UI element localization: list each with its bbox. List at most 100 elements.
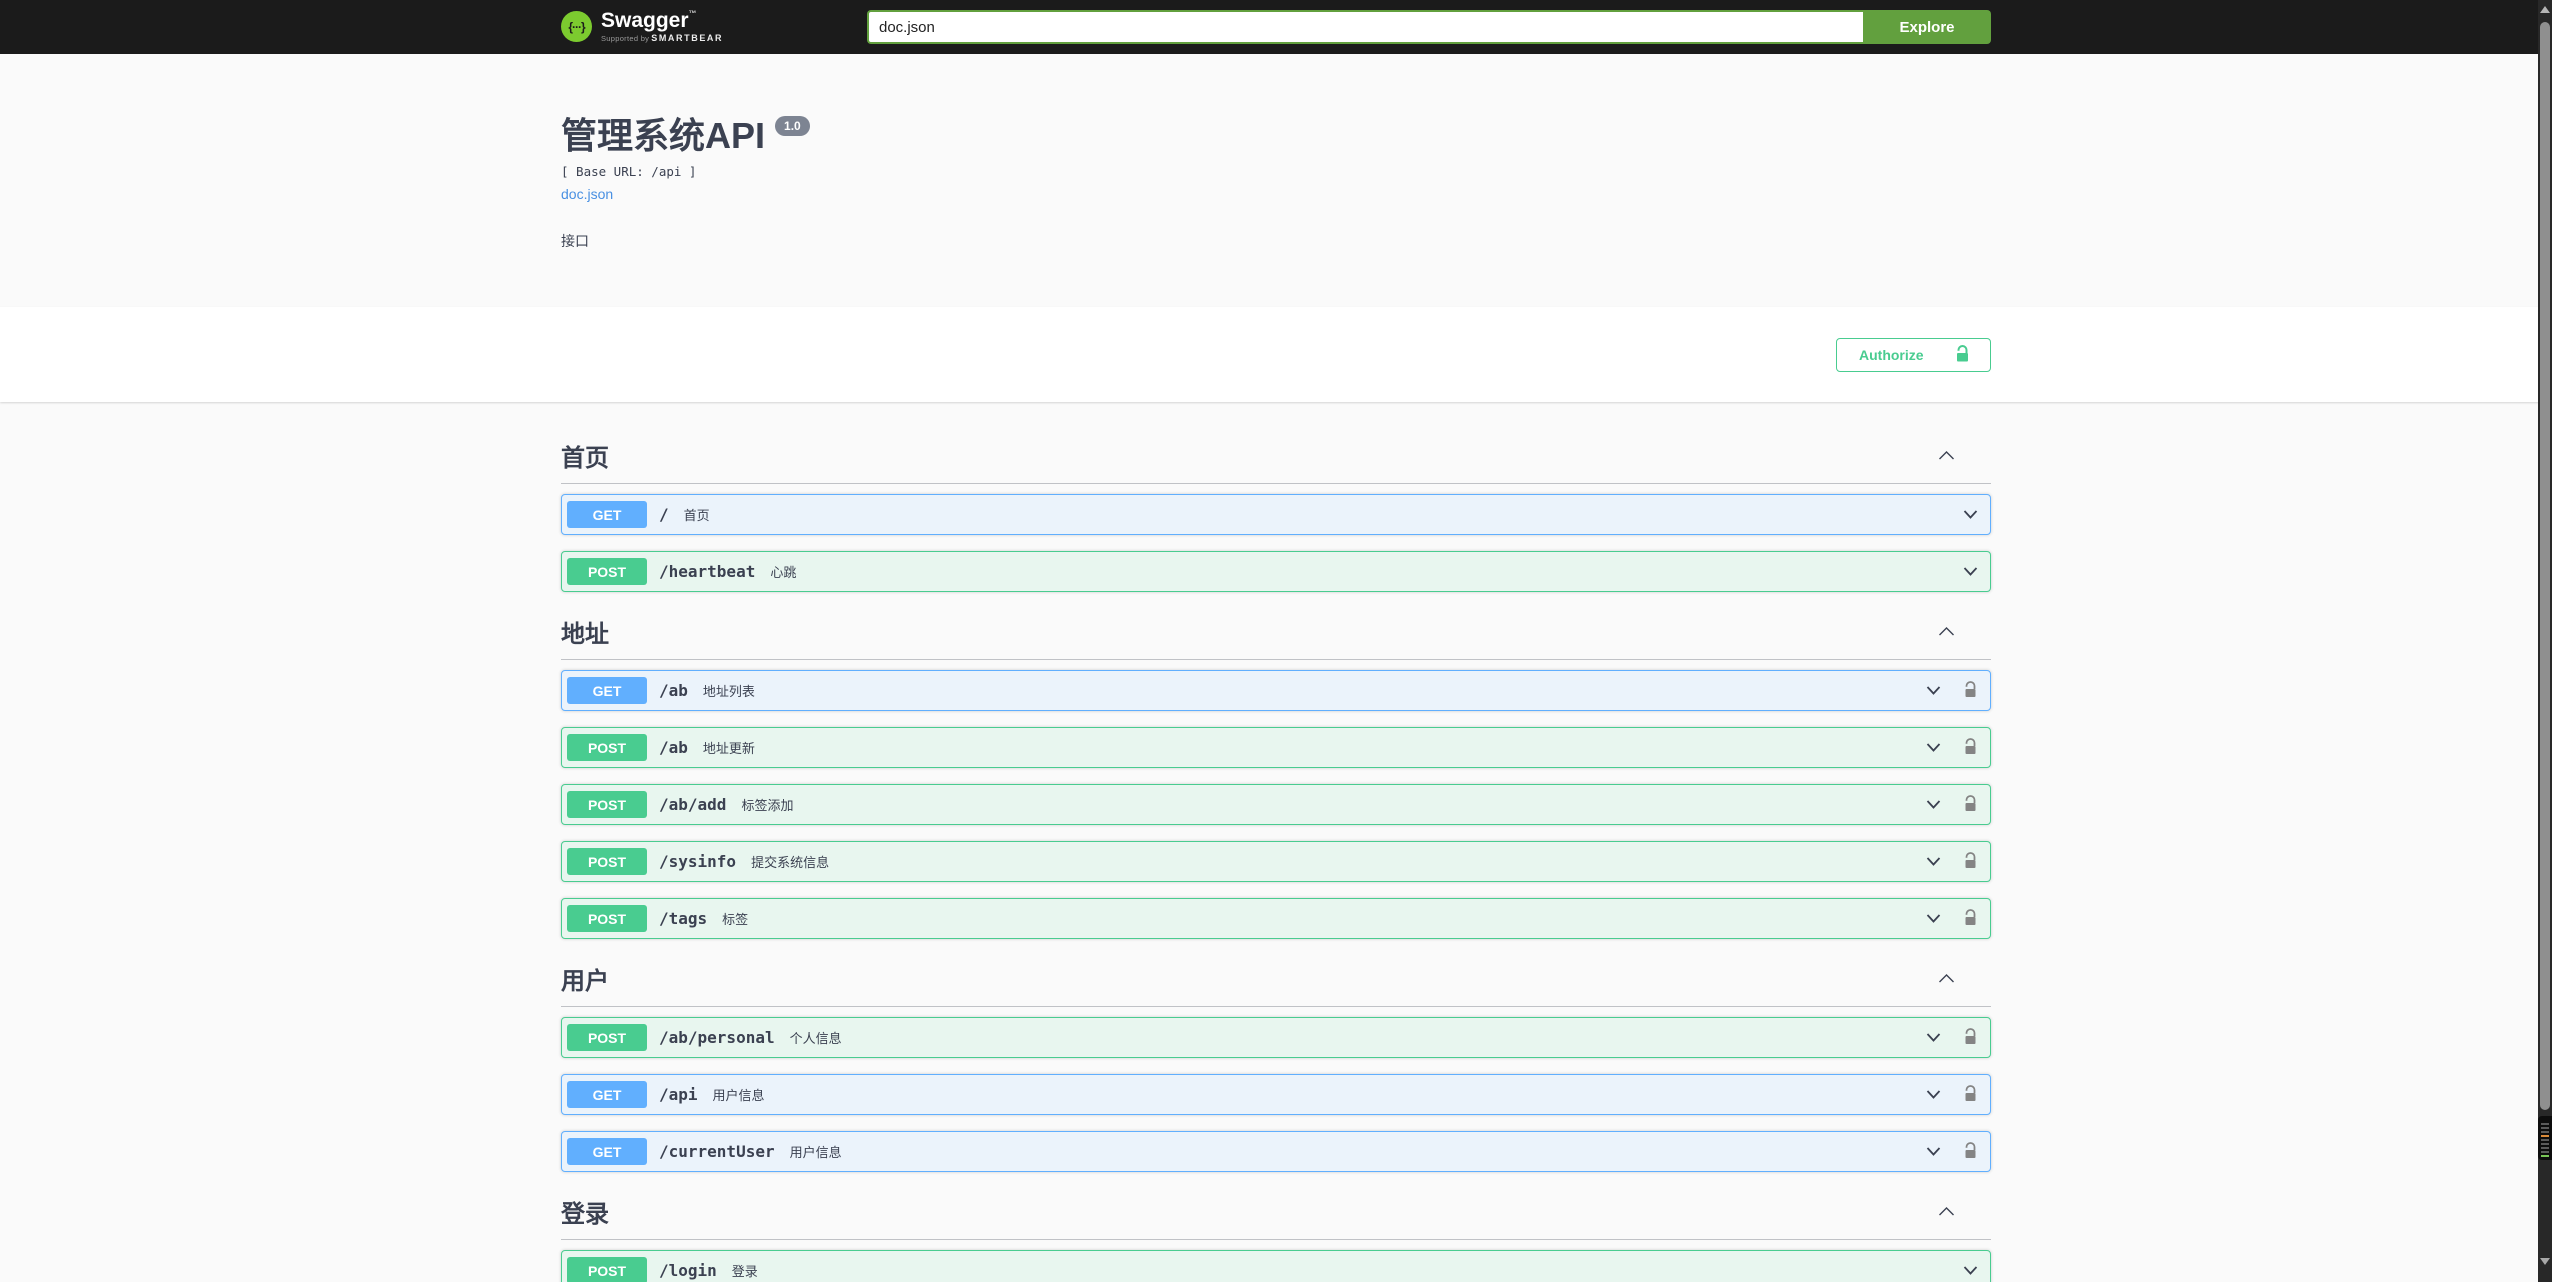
endpoint-path: /ab/personal: [659, 1028, 775, 1047]
endpoint-path: /login: [659, 1261, 717, 1280]
base-url: [ Base URL: /api ]: [561, 164, 697, 179]
section-title: 登录: [561, 1201, 609, 1228]
endpoint-description: 地址列表: [702, 684, 755, 699]
endpoint-path: /: [659, 505, 669, 524]
chevron-down-icon[interactable]: [1926, 1147, 1941, 1156]
endpoint-description: 标签: [722, 912, 749, 927]
swagger-logo-icon: {···}: [561, 11, 592, 43]
topbar: {···} Swagger™ Supported bySMARTBEAR Exp…: [0, 0, 2552, 54]
endpoint-path: /heartbeat: [659, 562, 756, 581]
endpoint-description: 地址更新: [702, 741, 755, 756]
opblock-row[interactable]: GET / 首页: [561, 494, 1991, 535]
lock-icon[interactable]: [1963, 1142, 1978, 1161]
authorize-label: Authorize: [1859, 346, 1924, 363]
endpoint-description: 登录: [731, 1264, 758, 1279]
lock-icon[interactable]: [1963, 909, 1978, 928]
lock-icon[interactable]: [1963, 852, 1978, 871]
opblock-row[interactable]: POST /login 登录: [561, 1250, 1991, 1282]
brand-name: Swagger™: [601, 9, 697, 33]
opblock-row[interactable]: POST /sysinfo 提交系统信息: [561, 841, 1991, 882]
endpoint-path: /api: [659, 1085, 698, 1104]
page-title: 管理系统API 1.0: [561, 115, 1991, 156]
chevron-down-icon[interactable]: [1926, 1033, 1941, 1042]
endpoint-path: /sysinfo: [659, 852, 737, 871]
opblock-row[interactable]: POST /heartbeat 心跳: [561, 551, 1991, 592]
scrollbar-minimap: [2538, 1116, 2552, 1160]
method-badge: POST: [567, 1257, 647, 1282]
unlock-icon: [1955, 345, 1970, 364]
opblock-row[interactable]: POST /ab/personal 个人信息: [561, 1017, 1991, 1058]
opblock-row[interactable]: POST /ab 地址更新: [561, 727, 1991, 768]
section-title: 首页: [561, 445, 609, 472]
method-badge: POST: [567, 1024, 647, 1051]
scrollbar-down-arrow-icon[interactable]: [2540, 1258, 2550, 1265]
lock-icon[interactable]: [1963, 681, 1978, 700]
section-title: 用户: [561, 968, 609, 995]
trademark: ™: [688, 9, 697, 19]
endpoint-path: /ab: [659, 738, 688, 757]
scrollbar-thumb[interactable]: [2540, 22, 2550, 1110]
smartbear-wordmark: SMARTBEAR: [651, 33, 724, 44]
chevron-down-icon[interactable]: [1926, 914, 1941, 923]
section-header-user[interactable]: 用户: [561, 955, 1991, 1007]
supported-by-line: Supported by SMARTBEAR: [601, 33, 724, 44]
endpoint-description: 个人信息: [789, 1031, 842, 1046]
chevron-up-icon[interactable]: [1938, 627, 1955, 636]
chevron-up-icon[interactable]: [1938, 451, 1955, 460]
operations-list: 首页 GET / 首页 POST /heartbeat 心跳 地址 GET /a…: [546, 402, 2006, 1282]
scrollbar-up-arrow-icon[interactable]: [2540, 6, 2550, 13]
method-badge: GET: [567, 501, 647, 528]
spec-url-input[interactable]: [867, 10, 1863, 44]
section-header-homepage[interactable]: 首页: [561, 432, 1991, 484]
section-header-login[interactable]: 登录: [561, 1188, 1991, 1240]
chevron-down-icon[interactable]: [1926, 1090, 1941, 1099]
api-description: 接口: [561, 233, 589, 249]
explore-button[interactable]: Explore: [1863, 10, 1991, 44]
endpoint-path: /tags: [659, 909, 708, 928]
method-badge: POST: [567, 734, 647, 761]
lock-icon[interactable]: [1963, 1085, 1978, 1104]
api-title: 管理系统API: [561, 115, 766, 156]
chevron-up-icon[interactable]: [1938, 1207, 1955, 1216]
endpoint-description: 提交系统信息: [751, 855, 830, 870]
chevron-down-icon[interactable]: [1963, 1266, 1978, 1275]
endpoint-description: 首页: [683, 508, 710, 523]
method-badge: POST: [567, 558, 647, 585]
info-section: 管理系统API 1.0 [ Base URL: /api ] doc.json …: [0, 54, 2552, 307]
opblock-row[interactable]: POST /ab/add 标签添加: [561, 784, 1991, 825]
lock-icon[interactable]: [1963, 1028, 1978, 1047]
method-badge: GET: [567, 677, 647, 704]
lock-icon[interactable]: [1963, 795, 1978, 814]
endpoint-description: 标签添加: [741, 798, 794, 813]
opblock-row[interactable]: GET /api 用户信息: [561, 1074, 1991, 1115]
scheme-container: Authorize: [0, 307, 2552, 402]
scrollbar[interactable]: [2538, 0, 2552, 1282]
chevron-down-icon[interactable]: [1926, 686, 1941, 695]
endpoint-path: /ab: [659, 681, 688, 700]
swagger-logo[interactable]: {···} Swagger™ Supported by SMARTBEAR: [561, 10, 723, 43]
method-badge: POST: [567, 791, 647, 818]
spec-link[interactable]: doc.json: [561, 186, 613, 202]
chevron-up-icon[interactable]: [1938, 974, 1955, 983]
section-header-address[interactable]: 地址: [561, 608, 1991, 660]
method-badge: GET: [567, 1138, 647, 1165]
section-title: 地址: [561, 621, 609, 648]
endpoint-description: 用户信息: [712, 1088, 765, 1103]
endpoint-path: /ab/add: [659, 795, 727, 814]
opblock-row[interactable]: GET /currentUser 用户信息: [561, 1131, 1991, 1172]
lock-icon[interactable]: [1963, 738, 1978, 757]
authorize-button[interactable]: Authorize: [1836, 337, 1991, 372]
chevron-down-icon[interactable]: [1926, 800, 1941, 809]
method-badge: POST: [567, 905, 647, 932]
version-badge: 1.0: [775, 116, 810, 136]
endpoint-description: 用户信息: [789, 1145, 842, 1160]
chevron-down-icon[interactable]: [1963, 510, 1978, 519]
opblock-row[interactable]: GET /ab 地址列表: [561, 670, 1991, 711]
chevron-down-icon[interactable]: [1963, 567, 1978, 576]
chevron-down-icon[interactable]: [1926, 857, 1941, 866]
opblock-row[interactable]: POST /tags 标签: [561, 898, 1991, 939]
chevron-down-icon[interactable]: [1926, 743, 1941, 752]
method-badge: GET: [567, 1081, 647, 1108]
endpoint-description: 心跳: [770, 565, 797, 580]
spec-url-form: Explore: [867, 10, 1991, 44]
